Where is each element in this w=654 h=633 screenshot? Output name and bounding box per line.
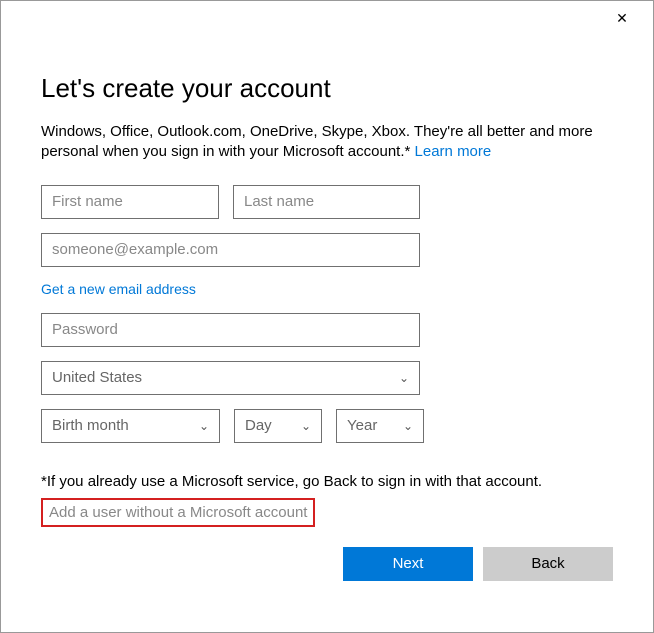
next-button[interactable]: Next	[343, 547, 473, 581]
description: Windows, Office, Outlook.com, OneDrive, …	[41, 122, 613, 163]
chevron-down-icon: ⌄	[399, 371, 409, 385]
country-value: United States	[52, 369, 142, 386]
footnote: *If you already use a Microsoft service,…	[41, 473, 613, 490]
page-title: Let's create your account	[41, 73, 613, 104]
chevron-down-icon: ⌄	[301, 419, 311, 433]
last-name-input[interactable]	[233, 185, 420, 219]
country-select[interactable]: United States ⌄	[41, 361, 420, 395]
birth-month-label: Birth month	[52, 417, 129, 434]
new-email-link[interactable]: Get a new email address	[41, 281, 196, 297]
learn-more-link[interactable]: Learn more	[415, 143, 492, 160]
email-input[interactable]	[41, 233, 420, 267]
description-text: Windows, Office, Outlook.com, OneDrive, …	[41, 123, 593, 160]
birth-year-label: Year	[347, 417, 377, 434]
birth-day-select[interactable]: Day ⌄	[234, 409, 322, 443]
birth-month-select[interactable]: Birth month ⌄	[41, 409, 220, 443]
birth-day-label: Day	[245, 417, 272, 434]
chevron-down-icon: ⌄	[403, 419, 413, 433]
birth-year-select[interactable]: Year ⌄	[336, 409, 424, 443]
password-input[interactable]	[41, 313, 420, 347]
chevron-down-icon: ⌄	[199, 419, 209, 433]
add-user-without-ms-link[interactable]: Add a user without a Microsoft account	[49, 504, 307, 521]
back-button[interactable]: Back	[483, 547, 613, 581]
first-name-input[interactable]	[41, 185, 219, 219]
close-icon[interactable]: ✕	[607, 3, 637, 33]
title-bar: ✕	[1, 1, 653, 35]
add-user-highlight: Add a user without a Microsoft account	[41, 498, 315, 527]
dialog-content: Let's create your account Windows, Offic…	[1, 35, 653, 581]
